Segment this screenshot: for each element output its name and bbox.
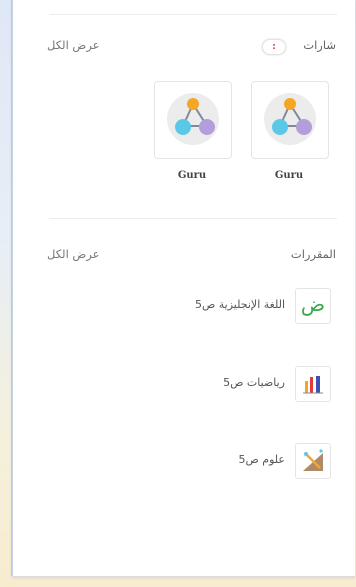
section-divider — [49, 218, 337, 219]
arabic-letter-icon: ض — [295, 288, 331, 324]
badge-name: Guru — [177, 170, 207, 181]
badge-card[interactable] — [251, 81, 329, 159]
course-item-science[interactable]: علوم ص5 — [131, 443, 331, 481]
courses-view-all-link[interactable]: عرض الكل — [47, 247, 100, 261]
badges-count-badge: : — [262, 39, 286, 55]
courses-section-title: المقررات — [290, 247, 336, 261]
course-item-math[interactable]: رياضيات ص5 — [131, 366, 331, 404]
top-divider — [49, 14, 337, 15]
course-name: رياضيات ص5 — [223, 376, 285, 389]
course-name: علوم ص5 — [238, 453, 286, 466]
sidebar-panel: شارات : عرض الكل Guru Guru المقررات عرض … — [12, 0, 355, 577]
course-name: اللغة الإنجليزية ص5 — [194, 298, 285, 311]
badges-section-title: شارات — [303, 38, 336, 52]
badges-view-all-link[interactable]: عرض الكل — [47, 38, 100, 52]
math-bars-icon — [295, 366, 331, 402]
network-icon — [272, 98, 312, 135]
network-icon — [175, 98, 215, 135]
science-icon — [295, 443, 331, 479]
course-item-english[interactable]: ض اللغة الإنجليزية ص5 — [131, 288, 331, 326]
badge-name: Guru — [274, 170, 304, 181]
badge-card[interactable] — [154, 81, 232, 159]
